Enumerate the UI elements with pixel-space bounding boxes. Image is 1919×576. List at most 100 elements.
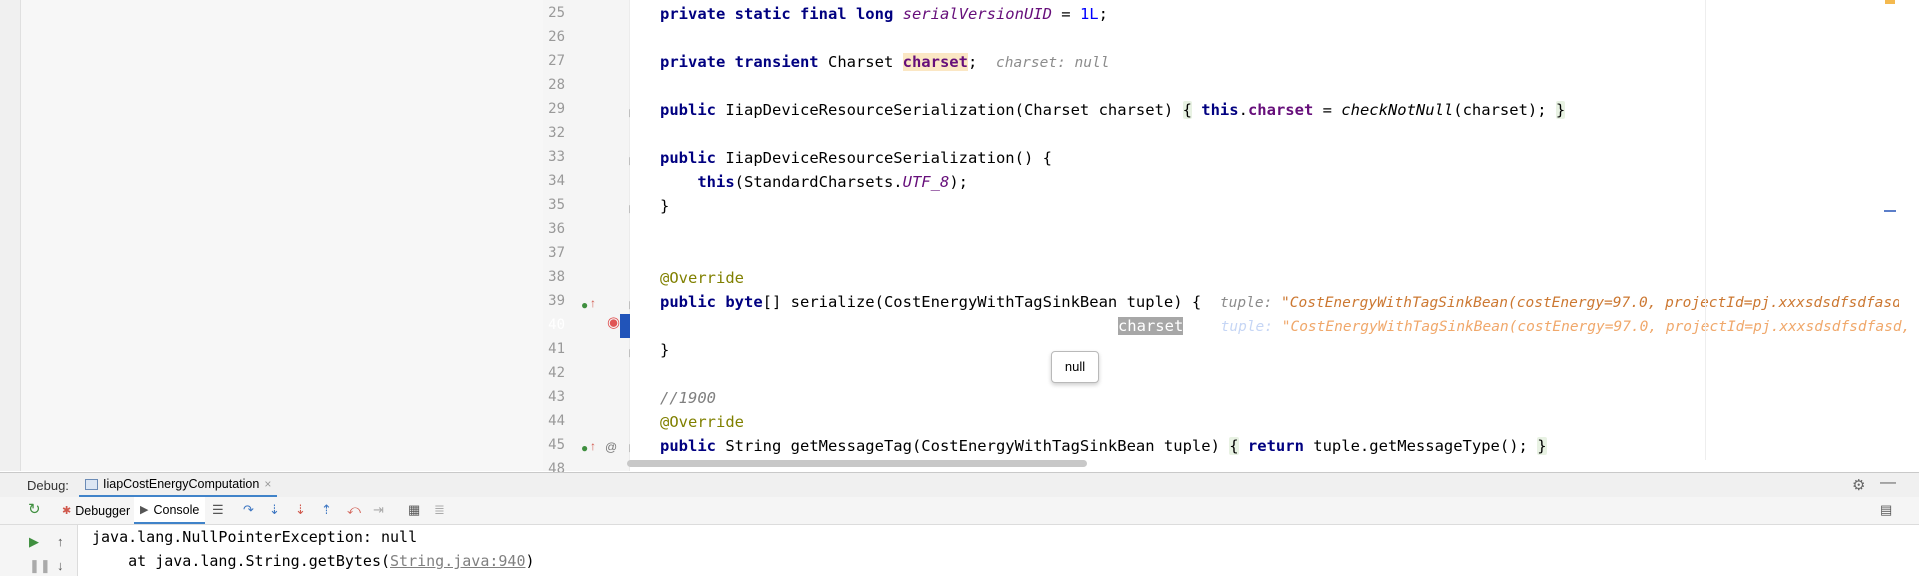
drop-frame-icon[interactable]: ⤺ — [347, 502, 361, 518]
annotation: @Override — [660, 413, 744, 431]
override-marker-icon[interactable]: ● — [581, 441, 588, 455]
inline-debug-name: tuple: — [1220, 319, 1282, 335]
override-marker-icon[interactable]: ● — [581, 298, 588, 312]
editor-gutter: 25 26 27 28 29 32 33 34 35 36 37 38 39 40 41 42 43 44 45 48… — [543, 0, 638, 477]
gear-icon[interactable]: ⚙ — [1852, 476, 1865, 494]
code-text: JSON. — [791, 317, 848, 335]
breakpoint-icon[interactable]: ◉ — [607, 315, 620, 330]
keyword: byte — [725, 293, 763, 311]
code-text: ); — [949, 173, 968, 191]
code-text: . — [1238, 101, 1248, 119]
resume-icon[interactable]: ▶ — [29, 534, 39, 550]
inline-debug-value: "CostEnergyWithTagSinkBean(costEnergy=97… — [1281, 295, 1899, 311]
tool-window-strip — [0, 0, 21, 471]
code-text: IiapDeviceResourceSerialization(Charset … — [725, 101, 1183, 119]
debugger-icon: ✱ — [62, 505, 72, 517]
source-link[interactable]: String.java:940 — [390, 552, 525, 570]
code-line: @Override — [660, 269, 744, 287]
trace-icon[interactable]: ≣ — [434, 502, 445, 518]
console-icon: ▶ — [140, 504, 149, 516]
folded-brace[interactable]: } — [1537, 437, 1547, 455]
code-text: Charset — [827, 53, 903, 71]
line-number: 43 — [548, 389, 565, 405]
keyword: public — [660, 437, 726, 455]
evaluate-expression-icon[interactable]: ▦ — [408, 502, 420, 518]
line-number: 41 — [548, 341, 565, 357]
keyword: public — [660, 293, 726, 311]
code-text: } — [660, 341, 670, 359]
debug-label: Debug: — [27, 478, 69, 493]
folded-brace[interactable]: { — [1229, 437, 1239, 455]
run-to-cursor-icon[interactable]: ⇥ — [373, 502, 384, 518]
debug-session-tab[interactable]: IiapCostEnergyComputation × — [79, 473, 278, 497]
code-text: (StandardCharsets. — [734, 173, 903, 191]
horizontal-scrollbar[interactable] — [627, 460, 1087, 467]
debug-toolbar: ↻ ✱ Debugger ▶ Console ☰ ↷ ⇣ ⇣ ⇡ ⤺ ⇥ ▦ ≣… — [0, 497, 1919, 525]
code-line: } — [660, 197, 669, 215]
line-number: 45 — [548, 437, 565, 453]
constant: UTF_8 — [902, 173, 950, 191]
tab-debugger[interactable]: ✱ Debugger — [58, 497, 134, 524]
code-text: = — [1313, 101, 1342, 119]
up-arrow-icon[interactable]: ↑ — [590, 439, 596, 453]
field-name: charset — [902, 53, 968, 71]
error-stripe[interactable] — [1884, 210, 1896, 212]
line-number: 35 — [548, 197, 565, 213]
tab-console-label: Console — [153, 502, 200, 517]
keyword: private static final long — [660, 5, 903, 23]
force-step-into-icon[interactable]: ⇣ — [295, 502, 306, 518]
current-execution-line: return JSON.toJSONString(tuple).getBytes… — [698, 317, 1919, 335]
close-icon[interactable]: × — [264, 477, 271, 491]
code-text: ; — [1098, 5, 1108, 23]
console-line: java.lang.NullPointerException: null — [92, 528, 418, 546]
hovered-variable[interactable]: charset — [1117, 317, 1184, 335]
code-line: public IiapDeviceResourceSerialization(C… — [660, 101, 1566, 119]
code-text: (tuple).getBytes( — [959, 317, 1118, 335]
folded-brace[interactable]: { — [1182, 101, 1192, 119]
code-editor[interactable]: private static final long serialVersionU… — [630, 0, 1899, 471]
line-number: 28 — [548, 77, 565, 93]
code-text: ); — [1183, 317, 1202, 335]
layout-icon[interactable]: ▤ — [1880, 502, 1892, 518]
code-line: //1900 — [660, 389, 716, 407]
keyword: return — [1238, 437, 1304, 455]
code-text: String getMessageTag(CostEnergyWithTagSi… — [725, 437, 1230, 455]
line-number: 40 — [548, 317, 565, 333]
debug-side-toolbar: ▶ ❚❚ ↑ ↓ — [0, 525, 78, 576]
application-icon — [85, 478, 98, 490]
tab-debugger-label: Debugger — [75, 503, 131, 518]
field-name: charset — [1247, 101, 1314, 119]
folded-brace[interactable]: } — [1555, 101, 1566, 119]
step-over-icon[interactable]: ↷ — [243, 502, 254, 518]
pause-icon[interactable]: ❚❚ — [29, 558, 51, 574]
code-text: } — [660, 197, 670, 215]
line-number: 33 — [548, 149, 565, 165]
rerun-icon[interactable]: ↻ — [28, 502, 41, 518]
console-output[interactable]: java.lang.NullPointerException: null at … — [78, 525, 1919, 576]
step-out-icon[interactable]: ⇡ — [321, 502, 332, 518]
console-line: at java.lang.String.getBytes(String.java… — [92, 552, 535, 570]
warning-stripe[interactable] — [1885, 0, 1895, 4]
code-line: @Override — [660, 413, 744, 431]
line-number: 37 — [548, 245, 565, 261]
debug-tool-window-header: Debug: IiapCostEnergyComputation × ⚙ — — [0, 472, 1919, 498]
code-line: public String getMessageTag(CostEnergyWi… — [660, 437, 1547, 455]
line-number: 36 — [548, 221, 565, 237]
number-literal: 1L — [1079, 5, 1099, 23]
up-arrow-icon[interactable]: ↑ — [57, 534, 64, 550]
keyword: this — [697, 173, 735, 191]
step-into-icon[interactable]: ⇣ — [269, 502, 280, 518]
code-text: [] serialize(CostEnergyWithTagSinkBean t… — [762, 293, 1202, 311]
list-icon[interactable]: ☰ — [212, 502, 224, 518]
at-marker-icon[interactable]: @ — [605, 440, 617, 454]
down-arrow-icon[interactable]: ↓ — [57, 558, 64, 574]
line-number: 39 — [548, 293, 565, 309]
tab-console[interactable]: ▶ Console — [134, 497, 206, 524]
line-number: 29 — [548, 101, 565, 117]
code-text: tuple.getMessageType(); — [1303, 437, 1538, 455]
up-arrow-icon[interactable]: ↑ — [590, 296, 596, 310]
stacktrace-text: ) — [525, 552, 535, 570]
minimize-icon[interactable]: — — [1880, 474, 1896, 492]
